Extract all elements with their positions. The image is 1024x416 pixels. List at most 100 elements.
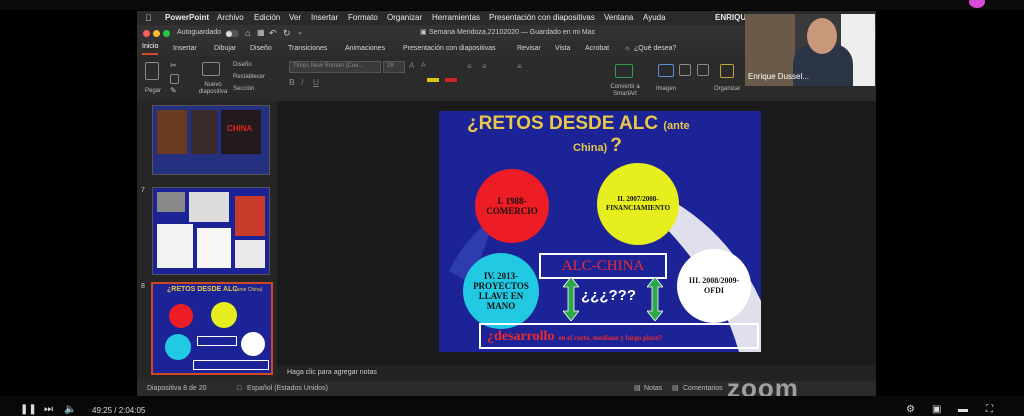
tab-acrobat[interactable]: Acrobat bbox=[585, 41, 609, 56]
menu-presentacion[interactable]: Presentación con diapositivas bbox=[489, 11, 595, 25]
paste-label: Pegar bbox=[145, 88, 162, 94]
menu-insertar[interactable]: Insertar bbox=[311, 11, 338, 25]
menu-app-name[interactable]: PowerPoint bbox=[165, 11, 209, 25]
notes-toggle[interactable]: Notas bbox=[644, 381, 662, 396]
chevron-down-icon[interactable]: ⌄ bbox=[297, 25, 303, 41]
align-icon[interactable]: ≡ bbox=[517, 62, 522, 71]
minimize-window-button[interactable] bbox=[153, 30, 160, 37]
tab-diseno[interactable]: Diseño bbox=[250, 41, 272, 56]
font-size-select[interactable]: 28 bbox=[383, 61, 405, 73]
shrink-font-icon[interactable]: A bbox=[421, 62, 426, 69]
new-slide-icon[interactable] bbox=[202, 62, 220, 76]
comments-icon[interactable]: ▤ bbox=[672, 381, 679, 396]
slide-title-china: China) bbox=[573, 142, 608, 154]
tell-me-search[interactable]: ¿Qué desea? bbox=[634, 41, 676, 56]
maximize-window-button[interactable] bbox=[163, 30, 170, 37]
thumbnail-circle bbox=[211, 302, 237, 328]
menu-herramientas[interactable]: Herramientas bbox=[432, 11, 480, 25]
desarrollo-small: en el corto, mediano y largo plazo? bbox=[558, 334, 663, 342]
miniplayer-icon[interactable]: ▣ bbox=[932, 404, 941, 415]
cut-icon[interactable]: ✂ bbox=[170, 61, 177, 70]
menu-ver[interactable]: Ver bbox=[289, 11, 301, 25]
tab-dibujar[interactable]: Dibujar bbox=[214, 41, 236, 56]
bold-icon[interactable]: B bbox=[289, 78, 295, 87]
font-size-value: 28 bbox=[387, 63, 394, 69]
menu-edicion[interactable]: Edición bbox=[254, 11, 280, 25]
tab-vista[interactable]: Vista bbox=[555, 41, 570, 56]
main-slide[interactable]: ¿RETOS DESDE ALC (ante China) ? I. 1988-… bbox=[439, 111, 761, 352]
autosave-toggle[interactable] bbox=[225, 30, 239, 37]
shapes-icon[interactable] bbox=[679, 64, 691, 76]
menu-ventana[interactable]: Ventana bbox=[604, 11, 633, 25]
redo-icon[interactable]: ↻ bbox=[283, 25, 291, 41]
bullets-icon[interactable]: ≡ bbox=[467, 62, 472, 71]
apple-icon[interactable]:  bbox=[145, 11, 152, 25]
slide-counter: Diapositiva 8 de 20 bbox=[147, 385, 207, 392]
thumbnail-caption: CHINA bbox=[227, 124, 253, 133]
next-icon[interactable]: ⏭ bbox=[44, 404, 53, 415]
tab-animaciones[interactable]: Animaciones bbox=[345, 41, 385, 56]
volume-icon[interactable]: 🔈 bbox=[64, 404, 76, 415]
highlight-color-icon[interactable] bbox=[427, 78, 439, 82]
settings-icon[interactable]: ⚙ bbox=[906, 404, 915, 415]
thumbnail-title-small: (ante China) bbox=[235, 287, 263, 293]
comments-toggle[interactable]: Comentarios bbox=[683, 381, 723, 396]
home-icon[interactable]: ⌂ bbox=[245, 25, 250, 41]
slide-thumbnail-8-selected[interactable]: ¿RETOS DESDE ALC (ante China) bbox=[151, 282, 273, 375]
arrange-icon[interactable] bbox=[720, 64, 734, 78]
undo-icon[interactable]: ↶ bbox=[269, 25, 277, 41]
thumbnail-circle bbox=[169, 304, 193, 328]
tab-insertar[interactable]: Insertar bbox=[173, 41, 197, 56]
thumbnail-circle bbox=[165, 334, 191, 360]
participant-name: Enrique Dussel... bbox=[748, 72, 809, 81]
slide-thumbnail-6[interactable]: CHINA bbox=[152, 105, 270, 175]
image-icon[interactable] bbox=[658, 64, 674, 77]
menu-archivo[interactable]: Archivo bbox=[217, 11, 244, 25]
format-painter-icon[interactable]: ✎ bbox=[170, 86, 177, 95]
pause-icon[interactable]: ❚❚ bbox=[20, 404, 37, 415]
tab-transiciones[interactable]: Transiciones bbox=[288, 41, 327, 56]
underline-icon[interactable]: U bbox=[313, 78, 319, 87]
section-button[interactable]: Sección bbox=[233, 86, 254, 92]
document-image bbox=[157, 192, 185, 212]
reset-button[interactable]: Restablecer bbox=[233, 74, 265, 80]
webcam-video: Enrique Dussel... bbox=[745, 14, 875, 86]
up-down-arrow-right bbox=[647, 277, 663, 321]
fullscreen-icon[interactable]: ⛶ bbox=[986, 404, 993, 415]
book-cover-image bbox=[191, 110, 217, 154]
close-window-button[interactable] bbox=[143, 30, 150, 37]
slide-number: 8 bbox=[141, 283, 145, 290]
image-label: Imagen bbox=[656, 86, 677, 92]
font-color-icon[interactable] bbox=[445, 78, 457, 82]
copy-icon[interactable] bbox=[170, 74, 179, 84]
theater-icon[interactable]: ▬ bbox=[958, 404, 968, 415]
zoom-watermark: zoom bbox=[727, 373, 799, 396]
save-icon[interactable]: ▦ bbox=[257, 25, 265, 41]
time-display: 49:25 / 2:04:05 bbox=[92, 406, 146, 415]
speaker-face bbox=[807, 18, 837, 54]
circle-comercio: I. 1988- COMERCIO bbox=[475, 169, 549, 243]
language-label[interactable]: Español (Estados Unidos) bbox=[247, 381, 328, 396]
italic-icon[interactable]: I bbox=[301, 78, 303, 87]
slide-thumbnail-7[interactable] bbox=[152, 187, 270, 275]
tab-inicio[interactable]: Inicio bbox=[142, 41, 159, 55]
textbox-icon[interactable] bbox=[697, 64, 709, 76]
smartart-icon[interactable] bbox=[615, 64, 633, 78]
menu-ayuda[interactable]: Ayuda bbox=[643, 11, 666, 25]
slide-title-question: ? bbox=[610, 135, 622, 156]
numbering-icon[interactable]: ≡ bbox=[482, 62, 487, 71]
notes-icon[interactable]: ▤ bbox=[634, 381, 641, 396]
slide-title-main: ¿RETOS DESDE ALC bbox=[467, 113, 659, 134]
font-select[interactable]: Times New Roman (Cue... bbox=[289, 61, 381, 73]
menu-formato[interactable]: Formato bbox=[348, 11, 378, 25]
layout-button[interactable]: Diseño bbox=[233, 62, 252, 68]
video-top-strip bbox=[0, 0, 1024, 10]
slide-title-line2: China) ? bbox=[573, 135, 622, 157]
grow-font-icon[interactable]: A bbox=[409, 61, 414, 70]
tab-revisar[interactable]: Revisar bbox=[517, 41, 541, 56]
menu-organizar[interactable]: Organizar bbox=[387, 11, 422, 25]
spellcheck-icon[interactable]: □ bbox=[237, 381, 241, 396]
paste-icon[interactable] bbox=[145, 62, 159, 80]
tab-presentacion[interactable]: Presentación con diapositivas bbox=[403, 41, 496, 56]
document-image bbox=[235, 196, 265, 236]
